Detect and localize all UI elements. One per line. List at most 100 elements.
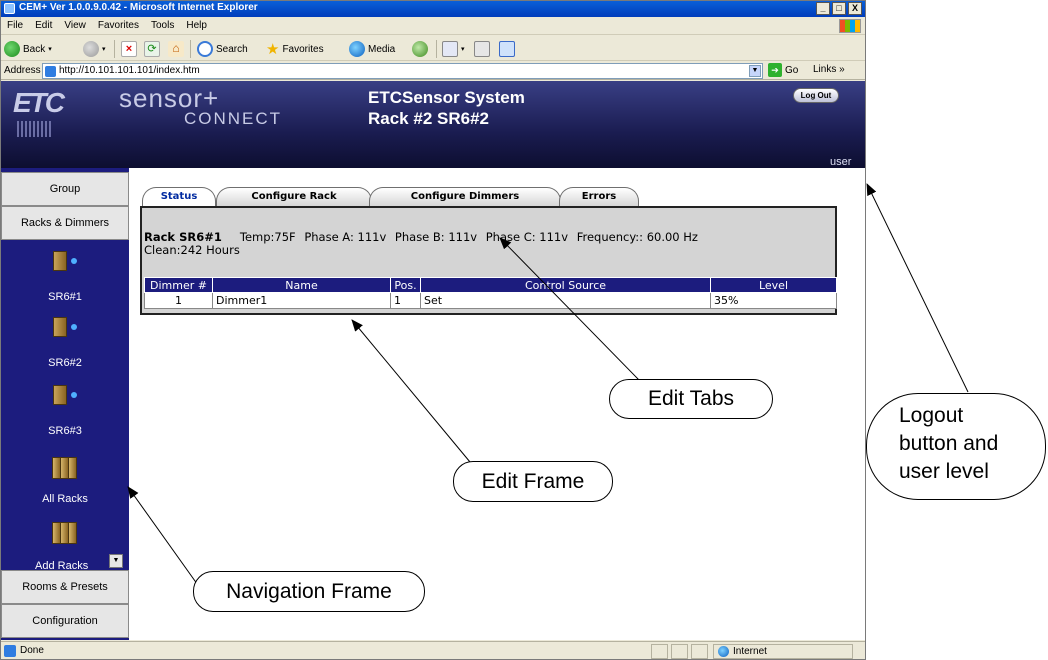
cell-position: 1 xyxy=(390,292,421,309)
status-dot-icon xyxy=(71,258,77,264)
print-icon xyxy=(474,41,490,57)
racks-icon xyxy=(52,457,78,479)
close-button[interactable]: X xyxy=(848,2,862,15)
window-title: CEM+ Ver 1.0.0.9.0.42 - Microsoft Intern… xyxy=(19,2,258,13)
menu-file[interactable]: File xyxy=(1,18,29,31)
tab-status[interactable]: Status xyxy=(142,187,216,207)
back-label: Back xyxy=(23,43,46,55)
address-label: Address xyxy=(4,65,41,76)
minimize-button[interactable]: _ xyxy=(816,2,830,15)
rack-info-line: Rack SR6#1 Temp:75F Phase A: 111v Phase B… xyxy=(144,230,703,244)
rack-item-sr6-2[interactable]: SR6#2 xyxy=(1,310,129,376)
cell-name: Dimmer1 xyxy=(212,292,391,309)
refresh-icon: ⟳ xyxy=(144,41,160,57)
col-position: Pos. xyxy=(390,277,421,293)
address-url: http://10.101.101.101/index.htm xyxy=(59,65,200,76)
media-label: Media xyxy=(368,43,396,55)
go-arrow-icon: ➔ xyxy=(768,63,782,77)
forward-button[interactable]: ▾ xyxy=(83,40,106,58)
rack-icon xyxy=(53,385,67,405)
media-icon xyxy=(349,41,365,57)
logout-arrow xyxy=(866,183,969,393)
star-icon: ★ xyxy=(266,41,280,58)
stop-button[interactable]: × xyxy=(121,40,137,58)
tab-configure-dimmers[interactable]: Configure Dimmers xyxy=(369,187,561,207)
rack-name: Rack SR6#1 xyxy=(144,230,222,244)
media-button[interactable]: Media xyxy=(349,40,395,58)
print-button[interactable] xyxy=(474,40,490,58)
search-button[interactable]: Search xyxy=(197,40,248,58)
callout-edit-frame: Edit Frame xyxy=(453,461,613,502)
page-icon xyxy=(45,66,56,77)
nav-rooms-presets[interactable]: Rooms & Presets xyxy=(1,570,129,604)
logout-button[interactable]: Log Out xyxy=(793,88,839,103)
address-bar: Address http://10.101.101.101/index.htm … xyxy=(1,62,865,80)
go-button[interactable]: ➔ Go xyxy=(768,63,798,77)
brand-connect: CONNECT xyxy=(184,109,283,128)
history-button[interactable] xyxy=(412,40,428,58)
table-header-row: Dimmer # Name Pos. Control Source Level xyxy=(144,277,837,293)
callout-logout-line1: Logout xyxy=(899,404,964,427)
address-dropdown-icon[interactable]: ▼ xyxy=(749,65,761,77)
zone-text: Internet xyxy=(733,646,767,657)
frequency: Frequency:: 60.00 Hz xyxy=(576,230,698,244)
favorites-label: Favorites xyxy=(282,43,324,55)
cell-dimmer-number: 1 xyxy=(144,292,213,309)
links-button[interactable]: Links » xyxy=(813,64,845,75)
table-row[interactable]: 1 Dimmer1 1 Set 35% xyxy=(144,292,837,309)
col-control-source: Control Source xyxy=(420,277,711,293)
phase-c: Phase C: 111v xyxy=(485,230,569,244)
rack-label: SR6#3 xyxy=(48,425,82,437)
menu-edit[interactable]: Edit xyxy=(29,18,58,31)
add-racks-icon xyxy=(52,522,78,544)
menu-help[interactable]: Help xyxy=(180,18,213,31)
menu-favorites[interactable]: Favorites xyxy=(92,18,145,31)
stop-icon: × xyxy=(121,41,137,57)
back-arrow-icon xyxy=(4,41,20,57)
nav-configuration[interactable]: Configuration xyxy=(1,604,129,638)
address-input[interactable]: http://10.101.101.101/index.htm ▼ xyxy=(42,63,763,79)
nav-group[interactable]: Group xyxy=(1,172,129,206)
callout-navigation-frame: Navigation Frame xyxy=(193,571,425,612)
clean-hours: Clean:242 Hours xyxy=(144,243,240,257)
tab-configure-rack[interactable]: Configure Rack xyxy=(216,187,372,207)
search-label: Search xyxy=(216,43,248,55)
callout-logout: Logout button and user level xyxy=(866,393,1046,500)
mail-button[interactable]: ▾ xyxy=(442,40,465,58)
refresh-button[interactable]: ⟳ xyxy=(144,40,160,58)
app-header: ETC sensor+ CONNECT ETCSensor System Rac… xyxy=(1,81,865,168)
nav-racks-dimmers[interactable]: Racks & Dimmers xyxy=(1,206,129,240)
favorites-button[interactable]: ★ Favorites xyxy=(266,40,324,58)
etc-logo: ETC xyxy=(13,87,69,137)
rack-item-sr6-1[interactable]: SR6#1 xyxy=(1,244,129,310)
title-bar: CEM+ Ver 1.0.0.9.0.42 - Microsoft Intern… xyxy=(1,1,865,17)
menu-bar: File Edit View Favorites Tools Help xyxy=(1,18,865,35)
rack-item-sr6-3[interactable]: SR6#3 xyxy=(1,378,129,444)
home-icon: ⌂ xyxy=(168,41,184,57)
scroll-down-icon[interactable]: ▼ xyxy=(109,554,123,568)
all-racks-item[interactable]: All Racks xyxy=(1,455,129,521)
maximize-button[interactable]: □ xyxy=(832,2,846,15)
menu-view[interactable]: View xyxy=(58,18,92,31)
phase-b: Phase B: 111v xyxy=(394,230,478,244)
callout-edit-tabs: Edit Tabs xyxy=(609,379,773,419)
dimmer-table: Dimmer # Name Pos. Control Source Level … xyxy=(144,277,837,309)
user-level: user xyxy=(830,156,852,168)
go-label: Go xyxy=(785,64,799,76)
ie-page-icon xyxy=(4,3,15,14)
back-button[interactable]: Back ▾ xyxy=(4,40,52,58)
menu-tools[interactable]: Tools xyxy=(145,18,180,31)
rack-title: Rack #2 SR6#2 xyxy=(368,109,489,128)
rack-icon xyxy=(53,317,67,337)
home-button[interactable]: ⌂ xyxy=(168,40,184,58)
toolbar: Back ▾ ▾ × ⟳ ⌂ Search ★ Favorites Media ▾ xyxy=(1,36,865,61)
cell-control-source: Set xyxy=(420,292,711,309)
edit-frame: Rack SR6#1 Temp:75F Phase A: 111v Phase B… xyxy=(140,206,837,315)
rack-label: SR6#2 xyxy=(48,357,82,369)
globe-icon xyxy=(718,646,729,657)
page-done-icon xyxy=(4,645,16,657)
tab-errors[interactable]: Errors xyxy=(559,187,639,207)
edit-button[interactable] xyxy=(499,40,515,58)
status-bar: Done Internet xyxy=(1,641,865,659)
edit-page-icon xyxy=(499,41,515,57)
